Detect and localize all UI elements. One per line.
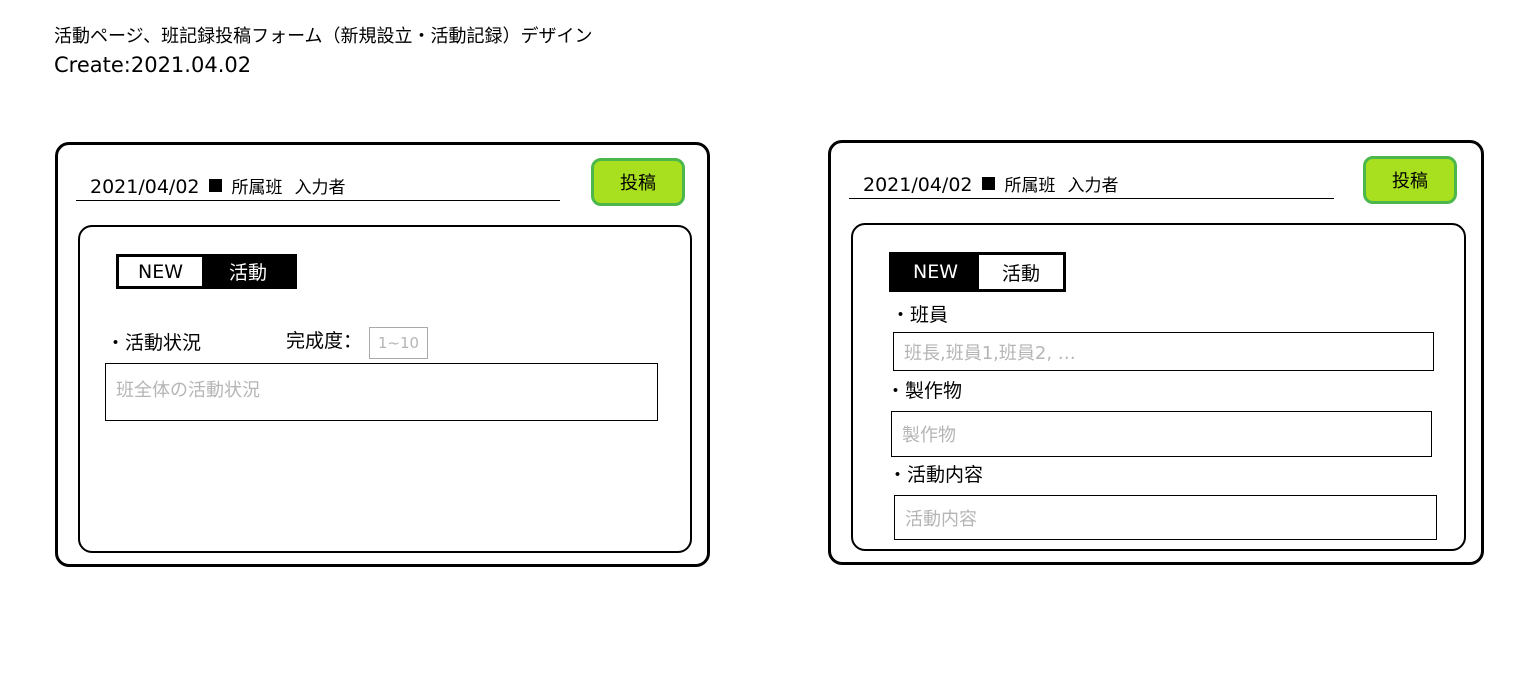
form-body: NEW 活動 ・活動状況 完成度： 1~10 班全体の活動状況 bbox=[78, 225, 692, 553]
created-date: Create:2021.04.02 bbox=[54, 53, 252, 77]
content-input[interactable]: 活動内容 bbox=[894, 495, 1437, 540]
square-icon bbox=[208, 179, 222, 192]
content-label: ・活動内容 bbox=[888, 464, 984, 486]
mode-toggle[interactable]: NEW 活動 bbox=[116, 254, 297, 289]
members-label: ・班員 bbox=[891, 304, 949, 326]
post-button[interactable]: 投稿 bbox=[591, 158, 685, 206]
completion-input[interactable]: 1~10 bbox=[369, 327, 428, 359]
group-label[interactable]: 所属班 bbox=[232, 178, 283, 198]
tab-activity[interactable]: 活動 bbox=[202, 257, 294, 286]
meta-line: 2021/04/02 所属班 入力者 bbox=[849, 173, 1334, 199]
post-button[interactable]: 投稿 bbox=[1363, 156, 1457, 204]
status-input[interactable]: 班全体の活動状況 bbox=[105, 363, 658, 421]
completion-label: 完成度： bbox=[286, 330, 363, 352]
author-label[interactable]: 入力者 bbox=[295, 178, 346, 198]
page-title: 活動ページ、班記録投稿フォーム（新規設立・活動記録）デザイン bbox=[54, 26, 593, 47]
post-date: 2021/04/02 bbox=[863, 174, 973, 196]
meta-line: 2021/04/02 所属班 入力者 bbox=[76, 175, 560, 201]
tab-activity[interactable]: 活動 bbox=[979, 255, 1063, 289]
activity-form-card: 2021/04/02 所属班 入力者 投稿 NEW 活動 ・活動状況 完成度： 1~… bbox=[55, 142, 710, 567]
mode-toggle[interactable]: NEW 活動 bbox=[889, 252, 1066, 292]
form-body: NEW 活動 ・班員 班長,班員1,班員2, … ・製作物 製作物 ・活動内容 … bbox=[851, 223, 1466, 551]
new-group-form-card: 2021/04/02 所属班 入力者 投稿 NEW 活動 ・班員 班長,班員1,班員… bbox=[828, 140, 1484, 565]
group-label[interactable]: 所属班 bbox=[1005, 176, 1056, 196]
status-label: ・活動状況 bbox=[106, 332, 202, 354]
product-input[interactable]: 製作物 bbox=[891, 411, 1432, 457]
tab-new[interactable]: NEW bbox=[892, 255, 979, 289]
square-icon bbox=[981, 177, 995, 190]
product-label: ・製作物 bbox=[886, 380, 963, 402]
members-input[interactable]: 班長,班員1,班員2, … bbox=[893, 332, 1434, 371]
post-date: 2021/04/02 bbox=[90, 176, 200, 198]
author-label[interactable]: 入力者 bbox=[1068, 176, 1119, 196]
tab-new[interactable]: NEW bbox=[119, 257, 202, 286]
